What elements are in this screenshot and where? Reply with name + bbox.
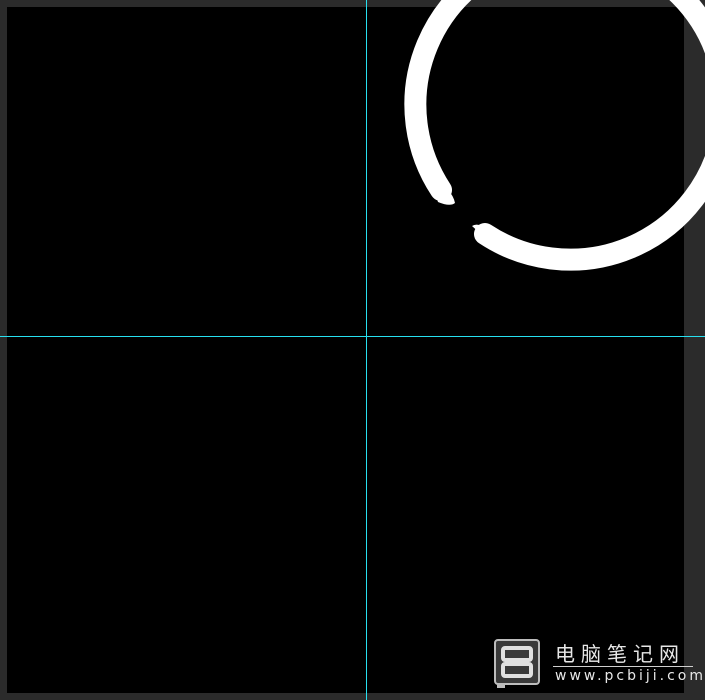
horizontal-guide-line[interactable] xyxy=(0,336,705,337)
watermark-divider xyxy=(553,666,693,667)
editor-workspace: 电脑笔记网 www.pcbiji.com xyxy=(0,0,705,700)
brush-ring-shape xyxy=(404,0,705,271)
watermark-logo-icon xyxy=(494,639,540,688)
watermark-url: www.pcbiji.com xyxy=(555,668,705,684)
watermark-title: 电脑笔记网 xyxy=(555,642,685,666)
watermark: 电脑笔记网 www.pcbiji.com xyxy=(493,636,703,696)
vertical-guide-line[interactable] xyxy=(366,0,367,700)
ring-arc xyxy=(404,0,705,271)
